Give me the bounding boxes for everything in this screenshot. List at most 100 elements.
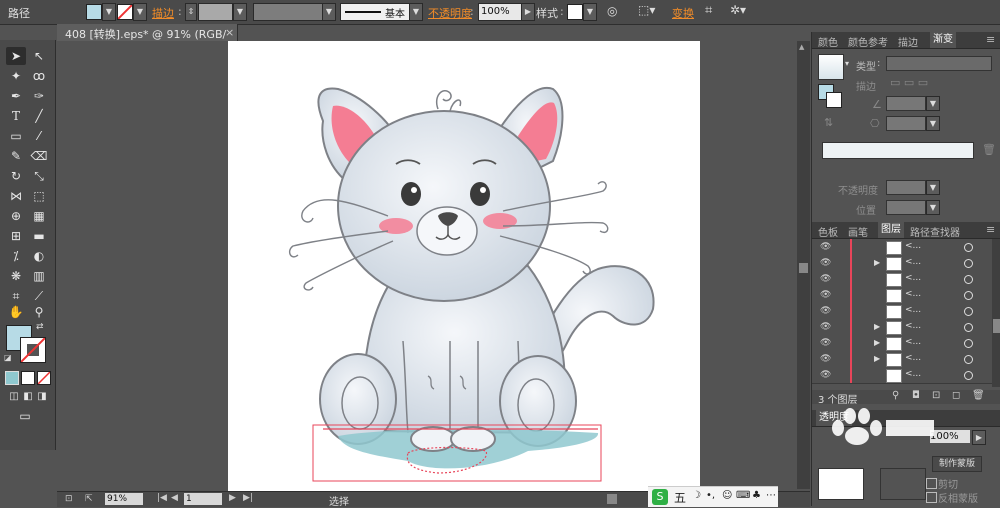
tab-pathfinder[interactable]: 路径查找器 bbox=[910, 224, 960, 239]
stop-opacity-dropdown[interactable]: ▼ bbox=[926, 180, 940, 195]
document-tab[interactable]: 408 [转换].eps* @ 91% (RGB/预览) × bbox=[57, 24, 238, 57]
stroke-color-box[interactable] bbox=[20, 337, 46, 363]
angle-dropdown[interactable]: ▼ bbox=[926, 96, 940, 111]
layer-name[interactable]: <... bbox=[905, 241, 921, 251]
panel-menu-icon[interactable]: ✲▾ bbox=[730, 3, 746, 17]
symbol-sprayer-tool-icon[interactable]: ❋ bbox=[6, 267, 26, 285]
visibility-eye-icon[interactable]: 👁 bbox=[820, 322, 831, 332]
gradient-thumbnail-dropdown-icon[interactable]: ▾ bbox=[845, 59, 849, 68]
style-dropdown[interactable]: ▼ bbox=[583, 3, 597, 21]
gradient-slider[interactable] bbox=[822, 142, 974, 159]
line-tool-icon[interactable]: ╱ bbox=[29, 107, 49, 125]
profile-dropdown[interactable]: ▼ bbox=[322, 3, 336, 21]
recolor-artwork-icon[interactable]: ◎ bbox=[607, 4, 617, 18]
zoom-tool-icon[interactable]: ⚲ bbox=[29, 303, 49, 321]
layer-row[interactable]: 👁 <... bbox=[812, 271, 992, 288]
keyboard-icon[interactable]: ⌨ bbox=[736, 490, 750, 501]
target-circle-icon[interactable] bbox=[964, 339, 973, 348]
type-select[interactable] bbox=[886, 56, 992, 71]
pencil-tool-icon[interactable]: ✎ bbox=[6, 147, 26, 165]
lasso-tool-icon[interactable]: ꝏ bbox=[29, 67, 49, 85]
invert-mask-checkbox[interactable] bbox=[926, 492, 937, 503]
half-width-icon[interactable]: ☽ bbox=[692, 490, 701, 501]
stroke-weight-stepper[interactable]: ⇕ bbox=[185, 3, 197, 21]
reverse-gradient-icon[interactable]: ⇅ bbox=[824, 116, 833, 129]
layer-row[interactable]: 👁 ▶ <... bbox=[812, 319, 992, 336]
tab-brushes[interactable]: 画笔 bbox=[848, 224, 868, 239]
zoom-field[interactable]: 91% bbox=[105, 493, 143, 505]
delete-layer-icon[interactable]: 🗑 bbox=[972, 390, 985, 401]
gradient-tool-icon[interactable]: ▬ bbox=[29, 227, 49, 245]
style-swatch[interactable] bbox=[567, 4, 583, 20]
transform-label[interactable]: 变换 bbox=[672, 5, 694, 21]
tab-layers[interactable]: 图层 bbox=[878, 222, 904, 238]
target-circle-icon[interactable] bbox=[964, 275, 973, 284]
magic-wand-tool-icon[interactable]: ✦ bbox=[6, 67, 26, 85]
target-circle-icon[interactable] bbox=[964, 371, 973, 380]
panel-menu-icon[interactable]: ≡ bbox=[986, 33, 995, 46]
expand-toggle-icon[interactable]: ▶ bbox=[874, 322, 880, 331]
stroke-swatch[interactable] bbox=[117, 4, 133, 20]
gradient-stroke-swatch[interactable] bbox=[826, 92, 842, 108]
tab-color[interactable]: 颜色 bbox=[818, 34, 838, 49]
scroll-up-icon[interactable]: ▲ bbox=[799, 43, 804, 51]
layer-name[interactable]: <... bbox=[905, 321, 921, 331]
perspective-grid-tool-icon[interactable]: ▦ bbox=[29, 207, 49, 225]
layer-row[interactable]: 👁 <... bbox=[812, 303, 992, 320]
page-field[interactable]: 1 bbox=[184, 493, 222, 505]
stroke-label[interactable]: 描边 bbox=[152, 5, 174, 21]
punctuation-icon[interactable]: •, bbox=[706, 490, 715, 501]
target-circle-icon[interactable] bbox=[964, 307, 973, 316]
direct-selection-tool-icon[interactable]: ↖ bbox=[29, 47, 49, 65]
expand-toggle-icon[interactable]: ▶ bbox=[874, 354, 880, 363]
export-icon[interactable]: ⇱ bbox=[85, 494, 93, 504]
target-circle-icon[interactable] bbox=[964, 323, 973, 332]
stroke-weight-dropdown[interactable]: ▼ bbox=[233, 3, 247, 21]
target-circle-icon[interactable] bbox=[964, 259, 973, 268]
toolbox-icon[interactable]: ⋯ bbox=[766, 490, 776, 501]
hand-tool-icon[interactable]: ✋ bbox=[6, 303, 26, 321]
layer-name[interactable]: <... bbox=[905, 369, 921, 379]
layer-name[interactable]: <... bbox=[905, 305, 921, 315]
eraser-tool-icon[interactable]: ⌫ bbox=[29, 147, 49, 165]
stroke-weight-field[interactable] bbox=[198, 3, 233, 21]
last-page-icon[interactable]: ▶| bbox=[243, 493, 253, 503]
default-colors-icon[interactable]: ◪ bbox=[4, 353, 12, 362]
cat-illustration[interactable] bbox=[228, 41, 700, 491]
color-mode-icon[interactable] bbox=[5, 371, 19, 385]
tab-gradient[interactable]: 渐变 bbox=[930, 32, 956, 48]
opacity-label[interactable]: 不透明度 bbox=[428, 5, 472, 21]
target-circle-icon[interactable] bbox=[964, 355, 973, 364]
vertical-scrollbar[interactable]: ▲ bbox=[797, 41, 810, 489]
shape-builder-tool-icon[interactable]: ⊕ bbox=[6, 207, 26, 225]
expand-toggle-icon[interactable]: ▶ bbox=[874, 338, 880, 347]
pen-tool-icon[interactable]: ✒ bbox=[6, 87, 26, 105]
prev-page-icon[interactable]: ◀ bbox=[171, 493, 178, 503]
new-layer-icon[interactable]: ◻ bbox=[952, 390, 960, 401]
fill-dropdown[interactable]: ▼ bbox=[102, 3, 116, 21]
layer-row[interactable]: 👁 ▶ <... bbox=[812, 255, 992, 272]
layer-row[interactable]: 👁 <... bbox=[812, 367, 992, 384]
visibility-eye-icon[interactable]: 👁 bbox=[820, 338, 831, 348]
visibility-eye-icon[interactable]: 👁 bbox=[820, 290, 831, 300]
aspect-ratio-dropdown[interactable]: ▼ bbox=[926, 116, 940, 131]
swap-colors-icon[interactable]: ⇄ bbox=[36, 322, 44, 332]
angle-field[interactable] bbox=[886, 96, 926, 111]
next-page-icon[interactable]: ▶ bbox=[229, 493, 236, 503]
clip-checkbox[interactable] bbox=[926, 478, 937, 489]
layer-name[interactable]: <... bbox=[905, 289, 921, 299]
isolate-object-icon[interactable]: ⌗ bbox=[705, 3, 712, 18]
visibility-eye-icon[interactable]: 👁 bbox=[820, 354, 831, 364]
paintbrush-tool-icon[interactable]: ⁄ bbox=[29, 127, 49, 145]
delete-stop-icon[interactable]: 🗑 bbox=[982, 143, 996, 156]
tab-swatches[interactable]: 色板 bbox=[818, 224, 838, 239]
skin-icon[interactable]: ♣ bbox=[752, 490, 761, 501]
aspect-ratio-field[interactable] bbox=[886, 116, 926, 131]
layer-name[interactable]: <... bbox=[905, 257, 921, 267]
visibility-eye-icon[interactable]: 👁 bbox=[820, 274, 831, 284]
fill-swatch[interactable] bbox=[86, 4, 102, 20]
layer-name[interactable]: <... bbox=[905, 273, 921, 283]
artboard[interactable] bbox=[228, 41, 700, 491]
layer-name[interactable]: <... bbox=[905, 337, 921, 347]
eyedropper-tool-icon[interactable]: ⁒ bbox=[6, 247, 26, 265]
